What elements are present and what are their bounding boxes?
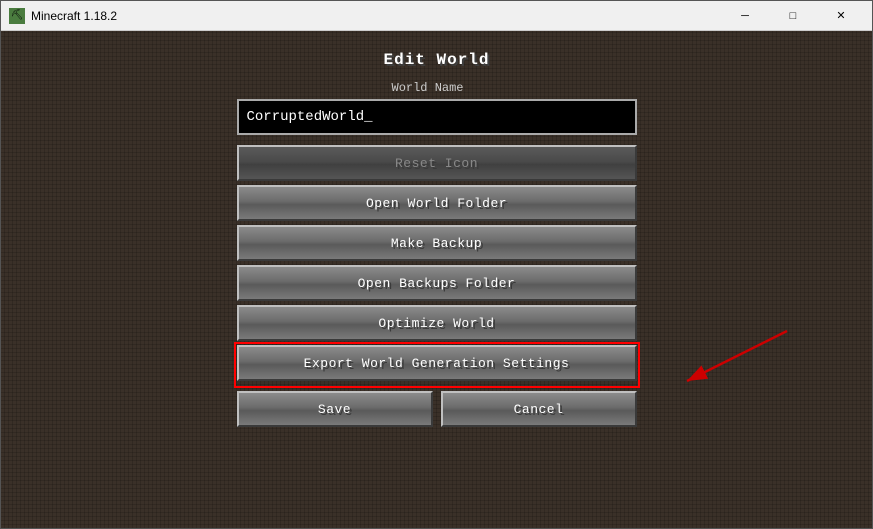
world-name-label: World Name: [392, 81, 464, 95]
arrow-annotation: [657, 321, 797, 401]
export-world-generation-button[interactable]: Export World Generation Settings: [237, 345, 637, 381]
world-name-input[interactable]: [237, 99, 637, 135]
save-button[interactable]: Save: [237, 391, 433, 427]
main-content: Edit World World Name Reset Icon Open Wo…: [1, 31, 872, 528]
window-title: Minecraft 1.18.2: [31, 9, 117, 23]
minimize-button[interactable]: ─: [722, 1, 768, 31]
close-button[interactable]: ✕: [818, 1, 864, 31]
reset-icon-button[interactable]: Reset Icon: [237, 145, 637, 181]
dialog-title: Edit World: [383, 51, 489, 69]
dialog-wrapper: Edit World World Name Reset Icon Open Wo…: [237, 51, 637, 427]
app-icon: ⛏: [9, 8, 25, 24]
make-backup-button[interactable]: Make Backup: [237, 225, 637, 261]
export-button-wrapper: Export World Generation Settings: [237, 345, 637, 385]
maximize-button[interactable]: □: [770, 1, 816, 31]
minecraft-window: ⛏ Minecraft 1.18.2 ─ □ ✕ Edit World Worl…: [0, 0, 873, 529]
optimize-world-button[interactable]: Optimize World: [237, 305, 637, 341]
bottom-buttons: Save Cancel: [237, 391, 637, 427]
open-world-folder-button[interactable]: Open World Folder: [237, 185, 637, 221]
open-backups-folder-button[interactable]: Open Backups Folder: [237, 265, 637, 301]
window-controls: ─ □ ✕: [722, 1, 864, 31]
cancel-button[interactable]: Cancel: [441, 391, 637, 427]
titlebar: ⛏ Minecraft 1.18.2 ─ □ ✕: [1, 1, 872, 31]
titlebar-left: ⛏ Minecraft 1.18.2: [9, 8, 117, 24]
